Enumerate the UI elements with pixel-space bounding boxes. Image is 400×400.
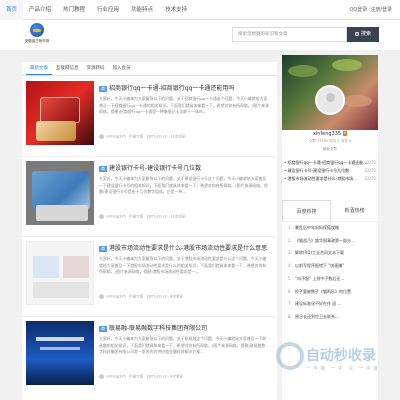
- article-tabs: 最新文章 互联网信息 资源转码 加入会员: [22, 62, 277, 76]
- post-excerpt: 大家好，今天小编来为大家解答以下的问题，关于港股市场流动性要求是什么这个问题，今…: [99, 256, 267, 274]
- logo-text: 安徽省古桥市场: [24, 39, 50, 43]
- list-item[interactable]: 5. “向不起” 上到中子数后还...: [282, 273, 378, 286]
- tab-latest[interactable]: 最新文章: [26, 62, 52, 75]
- post-meta: xinfeng335 · 产品介绍 · 2025-02-12 · 11次浏览: [99, 214, 185, 220]
- nav-item-tutorials[interactable]: 热门教程: [57, 0, 91, 20]
- search-icon: [354, 31, 359, 36]
- list-item[interactable]: 8. 原谷长还到世卫去联系...: [282, 311, 378, 324]
- list-item[interactable]: 2. 《猫战乃》盛华国事政第一部分...: [282, 235, 378, 248]
- logo-icon: [30, 23, 44, 37]
- profile-stats: 文章 17155 评论 0 浏览 6: [308, 139, 352, 143]
- post-thumbnail[interactable]: [26, 81, 94, 145]
- category-badge: 商: [99, 325, 107, 332]
- nav-item-support[interactable]: 技术支持: [159, 0, 193, 20]
- nav-item-industry[interactable]: 行业应用: [91, 0, 125, 20]
- avatar: [99, 374, 104, 379]
- ranking-tabs: 百度热搜 新酒热榜: [282, 200, 378, 222]
- avatar[interactable]: [315, 85, 345, 115]
- nav-item-products[interactable]: 产品介绍: [23, 0, 57, 20]
- avatar: [99, 214, 104, 219]
- list-item[interactable]: 02/12 • 建设银行卡号-建设银行卡号几位数: [284, 167, 376, 175]
- list-item[interactable]: 02/12 • 招商银行qq一卡通-招商银行qq一卡通还能...: [284, 159, 376, 167]
- recent-posts-list: 02/12 • 招商银行qq一卡通-招商银行qq一卡通还能... 02/12 • 建…: [284, 159, 376, 183]
- search-input[interactable]: 搜索您想要的知识和文章: [232, 27, 347, 42]
- profile-card: xinfeng335 V 文章 17155 评论 0 浏览 6 最新文章 02/…: [282, 55, 378, 205]
- post-title[interactable]: 商招商银行qq一卡通-招商银行qq一卡通还能用吗: [99, 83, 234, 92]
- main-nav: 首页 产品介绍 热门教程 行业应用 功能特点 技术支持: [0, 0, 193, 20]
- tab-baidu-hot[interactable]: 百度热搜: [282, 200, 331, 221]
- tab-resources[interactable]: 资源转码: [83, 62, 109, 75]
- top-bar: 首页 产品介绍 热门教程 行业应用 功能特点 技术支持 QQ登录 注册/登录: [0, 0, 400, 20]
- post-title[interactable]: 商联易融-联易融数字科技集团有限公司: [99, 323, 207, 332]
- search-button[interactable]: 搜索: [347, 27, 379, 42]
- post-thumbnail[interactable]: [26, 321, 94, 385]
- post-meta: xinfeng335 · 产品介绍 · 2025-02-12 · 11次浏览: [99, 134, 185, 140]
- post-thumbnail[interactable]: [26, 241, 94, 305]
- avatar: [99, 134, 104, 139]
- post-title[interactable]: 商建设银行卡号-建设银行卡号几位数: [99, 163, 201, 172]
- category-badge: 商: [99, 85, 107, 92]
- list-item: 商港股市场流动性要求是什么-港股市场流动性要求是什么意思 大家好，今天小编来为大…: [22, 237, 277, 317]
- qq-login-link[interactable]: QQ登录: [349, 0, 367, 20]
- search-button-label: 搜索: [360, 31, 371, 37]
- profile-section-label: 最新文章: [323, 147, 337, 151]
- list-item[interactable]: 4. 以前写程序报错下 "快速赚": [282, 260, 378, 273]
- list-item[interactable]: 3. 解除(RD)工业合同文本下载: [282, 247, 378, 260]
- register-login-link[interactable]: 注册/登录: [370, 0, 392, 20]
- list-item[interactable]: 7. 建设标准化不好在作 面 ...: [282, 298, 378, 311]
- post-excerpt: 大家好，今天小编来为大家解答以下的问题，关于招商银行qq一卡通这个问题，今天小编…: [99, 96, 269, 114]
- nav-item-home[interactable]: 首页: [0, 0, 24, 20]
- article-list: 最新文章 互联网信息 资源转码 加入会员 商招商银行qq一卡通-招商银行qq一卡…: [22, 62, 277, 400]
- list-item[interactable]: 1. 暴乱后中年妈妈保值攻略: [282, 222, 378, 235]
- watermark-subtext: 一丰诸 一丰 众 一丰诸: [306, 366, 380, 372]
- watermark-logo-icon: [276, 342, 304, 370]
- profile-name[interactable]: xinfeng335 V: [282, 131, 378, 137]
- post-meta: xinfeng335 · 产品介绍 · 2025-02-12 · 8次浏览: [99, 294, 183, 300]
- list-item: 商建设银行卡号-建设银行卡号几位数 大家好，今天小编来为大家解答以下的问题，关于…: [22, 157, 277, 237]
- watermark: 自动秒收录 一丰诸 一丰 众 一丰诸: [276, 340, 391, 378]
- post-excerpt: 大家好，今天小编来为大家解答以下的问题，关于建设银行卡号这个问题，今天小编就给大…: [99, 176, 268, 194]
- account-links: QQ登录 注册/登录: [349, 0, 392, 20]
- list-item: 商招商银行qq一卡通-招商银行qq一卡通还能用吗 大家好，今天小编来为大家解答以…: [22, 77, 277, 157]
- site-logo[interactable]: 安徽省古桥市场: [22, 23, 52, 49]
- nav-item-features[interactable]: 功能特点: [125, 0, 159, 20]
- list-item: 商联易融-联易融数字科技集团有限公司 大家好，今天小编来为大家解答以下的问题，关…: [22, 317, 277, 397]
- post-thumbnail[interactable]: [26, 161, 94, 225]
- vip-badge: V: [342, 131, 348, 136]
- list-item[interactable]: 6. 投子要被熊子《猫鸣乐》的位置: [282, 286, 378, 299]
- post-meta: xinfeng335 · 产品介绍 · 2025-02-12 · 9次浏览: [99, 374, 183, 380]
- tab-new-hot[interactable]: 新酒热榜: [331, 200, 378, 221]
- tab-internet[interactable]: 互联网信息: [52, 62, 83, 75]
- list-item[interactable]: 02/12 • 港股市场流动性要求是什么-港股市场...: [284, 175, 376, 183]
- avatar: [99, 294, 104, 299]
- tab-membership[interactable]: 加入会员: [109, 62, 135, 75]
- post-title[interactable]: 商港股市场流动性要求是什么-港股市场流动性要求是什么意思: [99, 243, 267, 252]
- post-excerpt: 大家好，今天小编来为大家解答以下的问题，关于联易融这个问题，今天小编就给大家普及…: [99, 336, 267, 354]
- watermark-text: 自动秒收录: [306, 348, 376, 364]
- category-badge: 商: [99, 245, 107, 252]
- category-badge: 商: [99, 165, 107, 172]
